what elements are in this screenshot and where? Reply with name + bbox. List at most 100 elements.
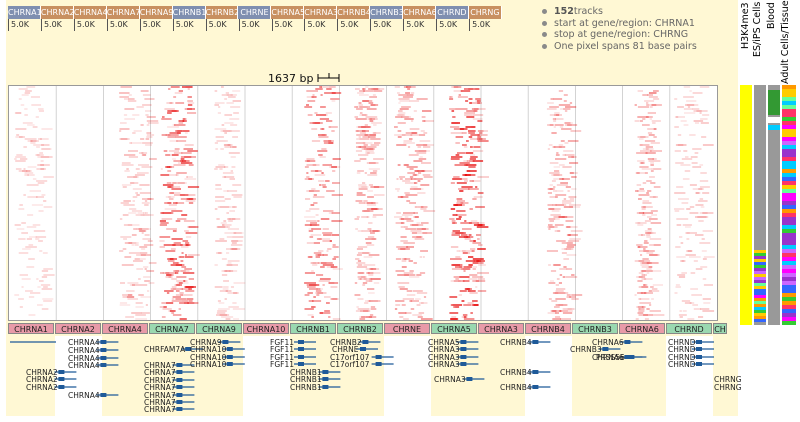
heatmap-cell — [161, 316, 166, 318]
transcript-label[interactable]: CHRNB1 — [290, 383, 322, 392]
overview-gene-chrnb3[interactable]: CHRNB3 — [370, 6, 404, 19]
heatmap-cell — [41, 144, 50, 146]
gene-label-chrne[interactable]: CHRNE — [384, 323, 430, 334]
heatmap-cell — [368, 102, 374, 104]
heatmap-cell — [552, 310, 557, 312]
transcript-label[interactable]: CHRNA6 — [592, 338, 624, 347]
heatmap-cell — [463, 236, 474, 238]
heatmap-cell — [175, 202, 185, 204]
heatmap-cell — [140, 124, 144, 126]
scale-tick-label: 5.0K — [370, 19, 403, 31]
overview-gene-chrna7[interactable]: CHRNA7 — [106, 6, 140, 19]
gene-label-chrnb3[interactable]: CHRNB3 — [572, 323, 618, 334]
overview-gene-chrna2[interactable]: CHRNA2 — [40, 6, 74, 19]
exon-block — [460, 347, 467, 351]
transcript-label[interactable]: CHRND — [668, 360, 695, 369]
gene-label-chrna1[interactable]: CHRNA1 — [8, 323, 54, 334]
heatmap-cell — [558, 90, 564, 92]
heatmap-cell — [562, 200, 575, 202]
heatmap-cell — [563, 258, 569, 260]
transcript-label[interactable]: CHRNA4 — [68, 391, 100, 400]
transcript-label[interactable]: PRSS56 — [596, 353, 625, 362]
transcript-label[interactable]: CHRNA10 — [190, 360, 226, 369]
transcript-label[interactable]: CHRNA3 — [428, 360, 460, 369]
overview-gene-chrna6[interactable]: CHRNA6 — [403, 6, 436, 19]
gene-label-chrna7[interactable]: CHRNA7 — [149, 323, 195, 334]
heatmap-cell — [226, 236, 233, 238]
gene-label-chrna3[interactable]: CHRNA3 — [478, 323, 524, 334]
overview-gene-chrna3[interactable]: CHRNA3 — [304, 6, 338, 19]
heatmap-cell — [362, 100, 369, 102]
heatmap-cell — [680, 164, 691, 166]
heatmap-cell — [141, 232, 144, 234]
transcript-label[interactable]: CHRFAM7A — [144, 345, 185, 354]
transcript-label[interactable]: CHRNA7 — [144, 405, 176, 414]
cell-type-swatch — [782, 221, 796, 225]
transcript-label[interactable]: CHRNG — [714, 383, 742, 392]
heatmap-cell — [642, 124, 650, 126]
heatmap-cell — [144, 268, 147, 270]
heatmap-cell — [227, 228, 239, 230]
gene-label-chrna2[interactable]: CHRNA2 — [55, 323, 101, 334]
gene-label-chrnb4[interactable]: CHRNB4 — [525, 323, 571, 334]
gene-label-chrnb1[interactable]: CHRNB1 — [290, 323, 336, 334]
heatmap-cell — [566, 234, 571, 236]
overview-gene-bar[interactable]: CHRNA1 CHRNA2 CHRNA4 CHRNA7 CHRNA9 CHRNB1 CHRN… — [8, 6, 502, 19]
overview-gene-chrnd[interactable]: CHRND — [435, 6, 469, 19]
heatmap-cell — [354, 106, 358, 108]
gene-label-chrnd[interactable]: CHRND — [666, 323, 712, 334]
transcript-label[interactable]: CHRNA3 — [434, 375, 466, 384]
heatmap-cell — [22, 122, 33, 124]
overview-gene-chrng[interactable]: CHRNG — [468, 6, 502, 19]
transcript-label[interactable]: CHRNB4 — [500, 338, 532, 347]
heatmap-cell — [460, 202, 469, 204]
overview-gene-chrne[interactable]: CHRNE — [238, 6, 272, 19]
heatmap-cell — [124, 98, 129, 100]
overview-gene-chrnb2[interactable]: CHRNB2 — [205, 6, 239, 19]
heatmap-cell — [21, 232, 28, 234]
heatmap-cell — [136, 194, 140, 196]
heatmap-cell — [43, 300, 53, 302]
h3k4me3-column[interactable] — [740, 85, 752, 325]
heatmap-cell — [215, 148, 218, 150]
overview-gene-chrnb4[interactable]: CHRNB4 — [337, 6, 371, 19]
heatmap-cell — [169, 192, 174, 194]
heatmap-cell — [396, 178, 399, 180]
gene-label-ch[interactable]: CH — [713, 323, 727, 334]
gene-label-chrnb2[interactable]: CHRNB2 — [337, 323, 383, 334]
overview-gene-chrna1[interactable]: CHRNA1 — [8, 6, 41, 19]
signal-heatmap[interactable] — [8, 85, 718, 321]
heatmap-cell — [418, 312, 425, 314]
gene-label-chrna5[interactable]: CHRNA5 — [431, 323, 477, 334]
transcript-label[interactable]: CHRNA4 — [68, 361, 100, 370]
transcript-label[interactable]: CHRNA2 — [26, 383, 58, 392]
gene-label-row[interactable]: CHRNA1 CHRNA2 CHRNA4 CHRNA7 CHRNA9 CHRNA10 CHR… — [8, 323, 738, 335]
heatmap-cell — [27, 166, 37, 168]
overview-gene-chrnb1[interactable]: CHRNB1 — [172, 6, 206, 19]
gene-label-chrna9[interactable]: CHRNA9 — [196, 323, 242, 334]
overview-gene-chrna9[interactable]: CHRNA9 — [139, 6, 173, 19]
transcript-label[interactable]: C17orf107 — [330, 360, 369, 369]
overview-gene-chrna5[interactable]: CHRNA5 — [271, 6, 305, 19]
cell-type-columns[interactable] — [754, 85, 800, 325]
heatmap-cell — [318, 280, 330, 282]
transcript-annotation[interactable]: CHRNA4 CHRNA4 CHRNA4 CHRNA4 CHRNA2 CHRNA2 CHRN… — [8, 336, 742, 416]
heatmap-cell — [372, 170, 378, 172]
transcript-label[interactable]: CHRNB4 — [500, 368, 532, 377]
heatmap-cell — [224, 132, 227, 134]
gene-label-chrna10[interactable]: CHRNA10 — [243, 323, 289, 334]
gene-label-chrna4[interactable]: CHRNA4 — [102, 323, 148, 334]
overview-gene-chrna4[interactable]: CHRNA4 — [73, 6, 107, 19]
heatmap-cell — [216, 226, 228, 228]
transcript-label[interactable]: CHRNB4 — [500, 383, 532, 392]
gene-label-chrna6[interactable]: CHRNA6 — [619, 323, 665, 334]
heatmap-cell — [355, 142, 366, 144]
heatmap-cell — [132, 132, 136, 134]
heatmap-cell — [449, 296, 458, 298]
heatmap-cell — [569, 238, 581, 240]
heatmap-cell — [136, 106, 144, 108]
heatmap-cell — [119, 92, 130, 94]
heatmap-cell — [221, 124, 225, 126]
cell-type-swatch — [754, 250, 766, 253]
heatmap-cell — [692, 92, 703, 94]
